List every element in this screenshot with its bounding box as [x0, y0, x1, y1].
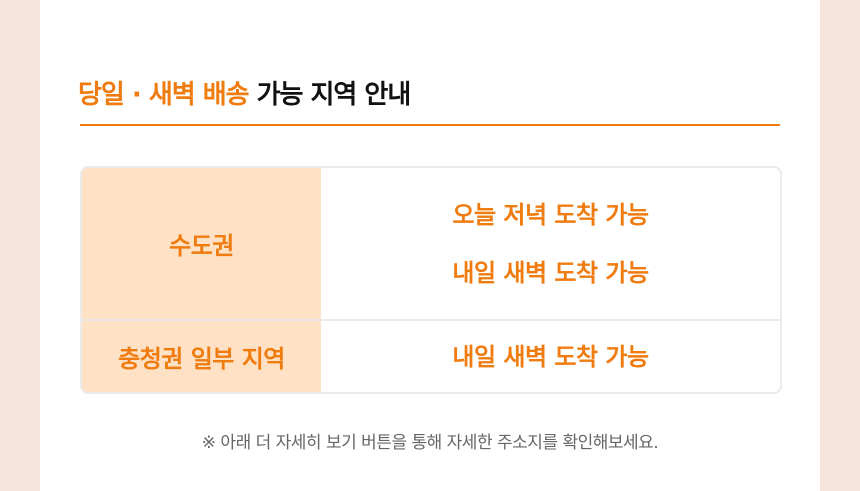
title-divider: [80, 124, 780, 126]
section-title-rest: 가능 지역 안내: [248, 80, 412, 110]
delivery-info-panel: 당일 · 새벽 배송 가능 지역 안내 수도권 오늘 저녁 도착 가능 내일 새…: [40, 0, 820, 491]
delivery-region-table: 수도권 오늘 저녁 도착 가능 내일 새벽 도착 가능 충청권 일부 지역 내일…: [80, 166, 782, 394]
region-cell: 충청권 일부 지역: [82, 321, 321, 392]
section-title-highlight: 당일 · 새벽 배송: [78, 80, 250, 110]
delivery-option: 오늘 저녁 도착 가능: [452, 200, 649, 229]
delivery-cell: 오늘 저녁 도착 가능 내일 새벽 도착 가능: [321, 168, 780, 319]
table-row-chungcheong: 충청권 일부 지역 내일 새벽 도착 가능: [82, 321, 780, 392]
delivery-option: 내일 새벽 도착 가능: [452, 258, 649, 287]
section-title: 당일 · 새벽 배송 가능 지역 안내: [78, 78, 412, 112]
delivery-option: 내일 새벽 도착 가능: [452, 342, 649, 371]
footnote: ※ 아래 더 자세히 보기 버튼을 통해 자세한 주소지를 확인해보세요.: [201, 433, 659, 453]
table-row-capital-area: 수도권 오늘 저녁 도착 가능 내일 새벽 도착 가능: [82, 168, 780, 319]
delivery-cell: 내일 새벽 도착 가능: [321, 321, 780, 392]
region-cell: 수도권: [82, 168, 321, 319]
